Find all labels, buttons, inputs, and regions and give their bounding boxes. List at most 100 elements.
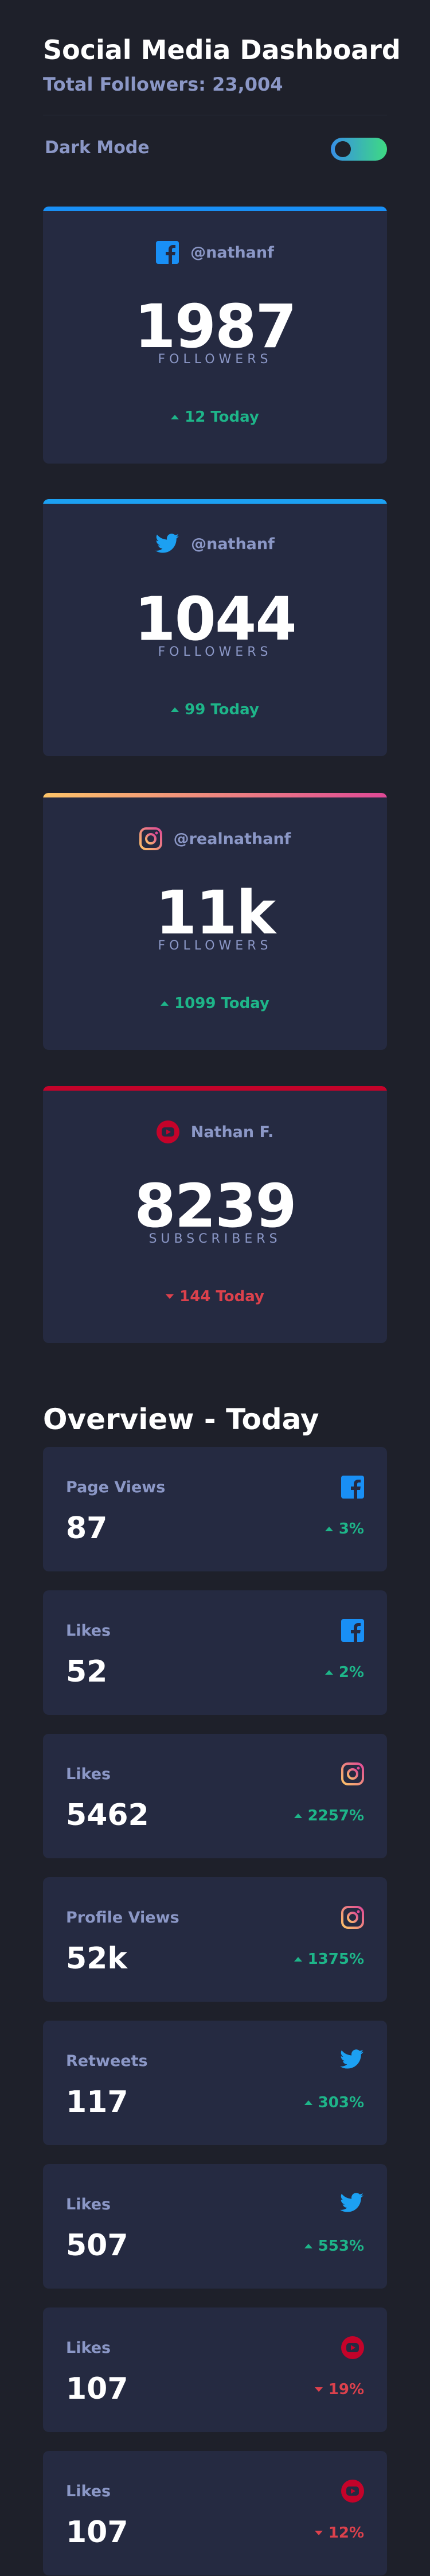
overview-change: 19%	[314, 2381, 364, 2398]
arrow-up-icon	[325, 1670, 333, 1675]
follower-card-youtube[interactable]: Nathan F. 8239 SUBSCRIBERS 144 Today	[43, 1086, 387, 1343]
overview-value: 107	[66, 2515, 128, 2550]
daily-change-value: 12 Today	[185, 408, 259, 426]
follower-unit: SUBSCRIBERS	[148, 1232, 282, 1246]
youtube-icon	[341, 2480, 364, 2503]
overview-change: 1375%	[294, 1951, 364, 1968]
follower-unit: FOLLOWERS	[158, 939, 272, 953]
card-accent-bar	[43, 499, 387, 504]
follower-card-facebook[interactable]: @nathanf 1987 FOLLOWERS 12 Today	[43, 207, 387, 464]
follower-card-instagram[interactable]: @realnathanf 11k FOLLOWERS 1099 Today	[43, 793, 387, 1050]
overview-change-value: 303%	[318, 2094, 364, 2111]
overview-label: Likes	[66, 2339, 111, 2357]
daily-change-value: 1099 Today	[174, 995, 269, 1012]
overview-card-youtube-likes[interactable]: Likes 107 19%	[43, 2307, 387, 2432]
card-handle: @nathanf	[190, 243, 274, 262]
youtube-icon	[341, 2336, 364, 2359]
card-handle: Nathan F.	[190, 1123, 274, 1141]
toggle-knob	[335, 141, 351, 157]
follower-count: 11k	[155, 878, 276, 948]
daily-change: 1099 Today	[43, 995, 387, 1012]
arrow-up-icon	[171, 415, 179, 419]
overview-label: Page Views	[66, 1478, 166, 1496]
follower-card-twitter[interactable]: @nathanf 1044 FOLLOWERS 99 Today	[43, 499, 387, 756]
arrow-up-icon	[325, 1527, 333, 1531]
overview-card-twitter-retweets[interactable]: Retweets 117 303%	[43, 2021, 387, 2145]
overview-label: Profile Views	[66, 1909, 179, 1927]
overview-value: 52k	[66, 1941, 127, 1976]
follower-unit: FOLLOWERS	[158, 352, 272, 367]
card-handle: @nathanf	[191, 535, 275, 553]
overview-card-twitter-likes[interactable]: Likes 507 553%	[43, 2164, 387, 2289]
overview-change-value: 19%	[328, 2381, 364, 2398]
overview-card-instagram-profile-views[interactable]: Profile Views 52k 1375%	[43, 1877, 387, 2002]
twitter-icon	[340, 2049, 363, 2069]
follower-count: 1044	[134, 584, 296, 654]
overview-card-facebook-page-views[interactable]: Page Views 87 3%	[43, 1447, 387, 1571]
overview-label: Retweets	[66, 2052, 148, 2070]
daily-change: 99 Today	[43, 701, 387, 718]
daily-change-value: 144 Today	[179, 1288, 264, 1305]
follower-count: 1987	[134, 291, 296, 361]
overview-value: 87	[66, 1511, 108, 1546]
overview-card-facebook-likes[interactable]: Likes 52 2%	[43, 1590, 387, 1715]
card-handle-row: Nathan F.	[43, 1120, 387, 1143]
overview-card-youtube-likes-2[interactable]: Likes 107 12%	[43, 2451, 387, 2575]
overview-change: 3%	[325, 1520, 364, 1538]
arrow-up-icon	[304, 2100, 312, 2105]
card-accent-bar	[43, 793, 387, 797]
overview-value: 5462	[66, 1798, 149, 1832]
overview-change-value: 2257%	[307, 1807, 364, 1824]
arrow-down-icon	[314, 2531, 323, 2535]
dark-mode-toggle[interactable]	[331, 138, 387, 161]
instagram-icon	[139, 827, 162, 850]
overview-change: 303%	[304, 2094, 364, 2111]
overview-label: Likes	[66, 2482, 111, 2500]
overview-change: 2%	[325, 1664, 364, 1681]
overview-change-value: 12%	[328, 2524, 364, 2542]
card-handle-row: @realnathanf	[43, 827, 387, 850]
overview-change-value: 2%	[338, 1664, 364, 1681]
overview-title: Overview - Today	[43, 1403, 319, 1436]
overview-change: 2257%	[294, 1807, 364, 1824]
card-handle-row: @nathanf	[43, 241, 387, 264]
card-accent-bar	[43, 207, 387, 211]
card-handle: @realnathanf	[173, 830, 291, 848]
arrow-up-icon	[171, 707, 179, 712]
youtube-icon	[156, 1120, 179, 1143]
instagram-icon	[341, 1906, 364, 1929]
instagram-icon	[341, 1762, 364, 1785]
page-title: Social Media Dashboard	[43, 34, 401, 65]
arrow-up-icon	[304, 2244, 312, 2248]
twitter-icon	[155, 534, 179, 553]
overview-change: 12%	[314, 2524, 364, 2542]
arrow-up-icon	[294, 1814, 302, 1818]
twitter-icon	[340, 2193, 363, 2212]
overview-label: Likes	[66, 1622, 111, 1640]
dark-mode-label: Dark Mode	[45, 138, 150, 158]
overview-change-value: 3%	[338, 1520, 364, 1538]
facebook-icon	[341, 1619, 364, 1642]
follower-unit: FOLLOWERS	[158, 645, 272, 659]
arrow-down-icon	[314, 2387, 323, 2392]
overview-value: 52	[66, 1655, 108, 1689]
daily-change: 144 Today	[43, 1288, 387, 1305]
overview-value: 117	[66, 2085, 128, 2119]
overview-label: Likes	[66, 2196, 111, 2213]
card-accent-bar	[43, 1086, 387, 1091]
facebook-icon	[156, 241, 179, 264]
arrow-down-icon	[166, 1294, 174, 1299]
overview-value: 107	[66, 2372, 128, 2406]
overview-value: 507	[66, 2228, 128, 2263]
overview-change-value: 553%	[318, 2238, 364, 2255]
daily-change: 12 Today	[43, 408, 387, 426]
overview-change: 553%	[304, 2238, 364, 2255]
arrow-up-icon	[294, 1957, 302, 1962]
follower-count: 8239	[134, 1171, 296, 1241]
arrow-up-icon	[161, 1001, 169, 1006]
overview-card-instagram-likes[interactable]: Likes 5462 2257%	[43, 1734, 387, 1858]
card-handle-row: @nathanf	[43, 534, 387, 554]
facebook-icon	[341, 1476, 364, 1499]
daily-change-value: 99 Today	[185, 701, 259, 718]
overview-change-value: 1375%	[307, 1951, 364, 1968]
